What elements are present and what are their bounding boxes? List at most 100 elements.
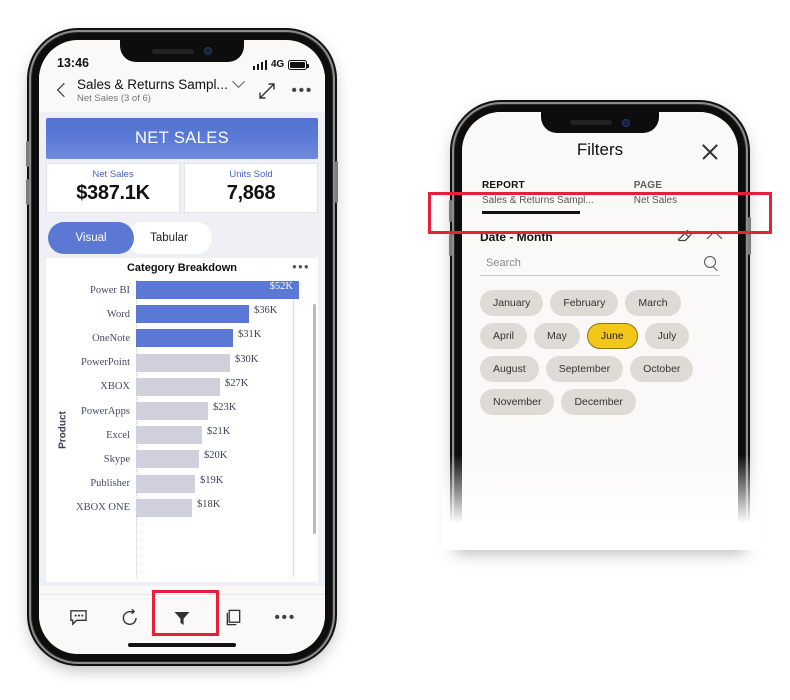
bar[interactable]: $18K [136, 498, 220, 517]
bar-track: $31K [136, 326, 318, 350]
scope-value: Sales & Returns Sampl... [482, 195, 594, 206]
month-chip-january[interactable]: January [480, 290, 544, 316]
more-horizontal-icon[interactable]: ••• [291, 82, 313, 100]
bar-category-label: Excel [106, 429, 130, 441]
reset-icon[interactable] [113, 604, 147, 632]
volume-up-button[interactable] [449, 200, 452, 222]
earpiece-speaker [570, 120, 612, 125]
bar[interactable]: $36K [136, 305, 277, 324]
filters-title: Filters [576, 140, 624, 159]
kpi-value: 7,868 [226, 182, 276, 204]
filter-search-box[interactable] [480, 256, 720, 276]
bottom-toolbar: ••• [39, 594, 325, 654]
month-chip-november[interactable]: November [480, 389, 555, 415]
power-button[interactable] [335, 161, 338, 203]
notch [541, 112, 659, 133]
volume-up-button[interactable] [26, 141, 29, 167]
filter-section-header: Date - Month [480, 228, 723, 247]
month-chip-march[interactable]: March [625, 290, 681, 316]
power-button[interactable] [748, 217, 751, 255]
chevron-down-icon[interactable] [231, 75, 245, 89]
comment-icon[interactable] [62, 604, 96, 632]
filter-funnel-icon[interactable] [165, 604, 199, 632]
home-indicator [128, 643, 236, 647]
bar-track: $52K [136, 278, 318, 302]
battery-icon [288, 60, 310, 70]
front-camera [204, 47, 212, 55]
report-title-block[interactable]: Sales & Returns Sampl... Net Sales (3 of… [73, 75, 257, 104]
search-icon[interactable] [704, 256, 718, 270]
bar-row[interactable]: XBOX $27K [66, 375, 318, 399]
bar-row[interactable]: Word $36K [66, 302, 318, 326]
bar-category-label: XBOX ONE [76, 502, 130, 514]
eraser-icon[interactable] [676, 228, 693, 245]
bar-track: $30K [136, 351, 318, 375]
month-chip-may[interactable]: May [534, 323, 580, 349]
month-chip-list: January February March April May June July Augu… [480, 290, 720, 415]
bar-category-label: PowerApps [81, 405, 130, 417]
month-chip-june[interactable]: June [586, 323, 638, 349]
close-icon[interactable] [700, 142, 720, 162]
month-chip-april[interactable]: April [480, 323, 528, 349]
page-subtitle: Net Sales (3 of 6) [77, 93, 151, 104]
bar-row[interactable]: Excel $21K [66, 423, 318, 447]
more-horizontal-icon[interactable]: ••• [292, 259, 310, 274]
more-horizontal-icon[interactable]: ••• [268, 604, 302, 632]
bar[interactable]: $20K [136, 450, 227, 469]
month-chip-october[interactable]: October [630, 356, 694, 382]
bookmarks-icon[interactable] [217, 604, 251, 632]
bar[interactable]: $31K [136, 329, 261, 348]
bar-track: $20K [136, 447, 318, 471]
scope-report[interactable]: REPORT Sales & Returns Sampl... [482, 180, 594, 220]
month-chip-december[interactable]: December [561, 389, 636, 415]
kpi-label: Net Sales [92, 169, 134, 180]
volume-down-button[interactable] [449, 234, 452, 256]
bar-category-label: Skype [103, 453, 130, 465]
bar[interactable]: $23K [136, 402, 236, 421]
bar[interactable]: $19K [136, 474, 223, 493]
bar-row[interactable]: OneNote $31K [66, 326, 318, 350]
bar[interactable]: $30K [136, 353, 258, 372]
bar-row[interactable]: Skype $20K [66, 447, 318, 471]
bar[interactable]: $52K [136, 281, 299, 300]
notch [120, 40, 244, 62]
bar-row[interactable]: Publisher $19K [66, 472, 318, 496]
active-scope-underline [482, 211, 580, 214]
phone-device-right: Filters REPORT Sales & Returns Sampl... … [449, 105, 751, 545]
expand-fullscreen-icon[interactable] [257, 81, 277, 101]
bar-row[interactable]: XBOX ONE $18K [66, 496, 318, 520]
month-chip-august[interactable]: August [480, 356, 539, 382]
month-chip-july[interactable]: July [644, 323, 690, 349]
bar[interactable]: $21K [136, 426, 230, 445]
back-chevron-icon[interactable] [51, 80, 73, 102]
bar-row[interactable]: PowerApps $23K [66, 399, 318, 423]
bar-chart: Product Power BI $52K Word $36K OneNote $31K P… [46, 278, 318, 582]
scope-page[interactable]: PAGE Net Sales [634, 180, 677, 220]
bar-track: $18K [136, 496, 318, 520]
bar-row[interactable]: PowerPoint $30K [66, 351, 318, 375]
month-chip-september[interactable]: September [545, 356, 624, 382]
kpi-card-net-sales[interactable]: Net Sales $387.1K [46, 163, 180, 213]
month-chip-february[interactable]: February [550, 290, 619, 316]
net-sales-banner-label: NET SALES [134, 129, 230, 147]
kpi-card-units-sold[interactable]: Units Sold 7,868 [184, 163, 318, 213]
volume-down-button[interactable] [26, 179, 29, 205]
bar[interactable]: $27K [136, 377, 248, 396]
phone-screen-right: Filters REPORT Sales & Returns Sampl... … [462, 112, 738, 545]
bar-category-label: OneNote [92, 332, 130, 344]
chevron-up-icon[interactable] [706, 230, 723, 247]
filter-section-date-month: Date - Month JanuaryFebruaryMarch AprilMa… [462, 220, 738, 415]
scope-value: Net Sales [633, 195, 678, 206]
bar-category-label: Word [106, 308, 130, 320]
bar-value-label: $21K [207, 426, 231, 438]
signal-bars-icon [252, 60, 268, 70]
bar-category-label: Publisher [90, 478, 130, 490]
tab-tabular[interactable]: Tabular [126, 222, 212, 254]
bar-category-label: Power BI [90, 284, 130, 296]
bar-value-label: $18K [197, 498, 221, 510]
bar-row[interactable]: Power BI $52K [66, 278, 318, 302]
tab-visual[interactable]: Visual [48, 222, 134, 254]
earpiece-speaker [152, 48, 194, 54]
search-input[interactable] [486, 257, 704, 269]
scope-label: REPORT [482, 180, 525, 191]
